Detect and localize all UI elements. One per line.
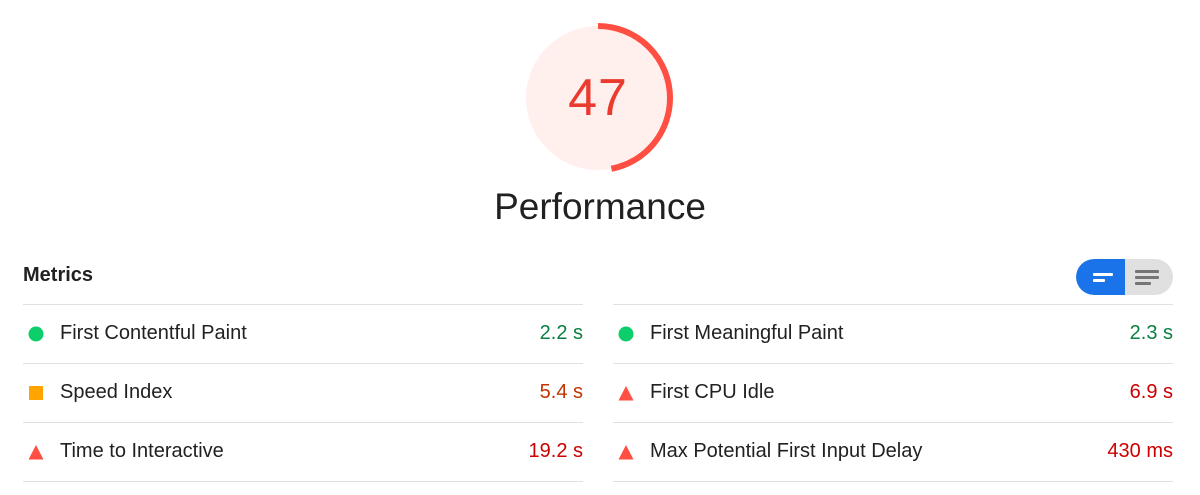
metric-row: Speed Index 5.4 s [23, 363, 583, 422]
category-title: Performance [494, 186, 706, 227]
green-circle-icon [28, 326, 44, 342]
metric-label: First Meaningful Paint [650, 322, 844, 344]
metrics-column-left: First Contentful Paint 2.2 s Speed Index 5.… [23, 304, 583, 482]
metric-label: Time to Interactive [60, 440, 224, 462]
red-triangle-icon [618, 444, 634, 460]
red-triangle-icon [618, 385, 634, 401]
metrics-heading: Metrics [23, 264, 94, 286]
metric-row: First Contentful Paint 2.2 s [23, 304, 583, 363]
metric-label: First CPU Idle [650, 381, 775, 403]
metric-row: Time to Interactive 19.2 s [23, 422, 583, 482]
list-view-icon[interactable] [1125, 259, 1173, 295]
metric-label: Speed Index [60, 381, 173, 403]
metrics-column-right: First Meaningful Paint 2.3 s First CPU Idl… [613, 304, 1173, 482]
metric-row: First CPU Idle 6.9 s [613, 363, 1173, 422]
gauge-score: 47 [568, 69, 628, 127]
red-triangle-icon [28, 444, 44, 460]
metric-row: Max Potential First Input Delay 430 ms [613, 422, 1173, 482]
metric-value: 430 ms [1107, 440, 1173, 462]
performance-gauge[interactable]: 47 [522, 22, 674, 174]
metric-value: 6.9 s [1129, 381, 1173, 403]
metric-value: 19.2 s [528, 440, 583, 462]
metric-row: First Meaningful Paint 2.3 s [613, 304, 1173, 363]
orange-square-icon [28, 385, 44, 401]
metric-value: 5.4 s [539, 381, 583, 403]
metric-value: 2.2 s [539, 322, 583, 344]
metric-label: First Contentful Paint [60, 322, 247, 344]
summary-view-icon[interactable] [1076, 259, 1125, 295]
metric-label: Max Potential First Input Delay [650, 440, 923, 462]
metrics-view-toggle[interactable] [1076, 259, 1173, 295]
lighthouse-report: 47 Performance Metrics First Contentful … [0, 0, 1200, 495]
green-circle-icon [618, 326, 634, 342]
metric-value: 2.3 s [1129, 322, 1173, 344]
